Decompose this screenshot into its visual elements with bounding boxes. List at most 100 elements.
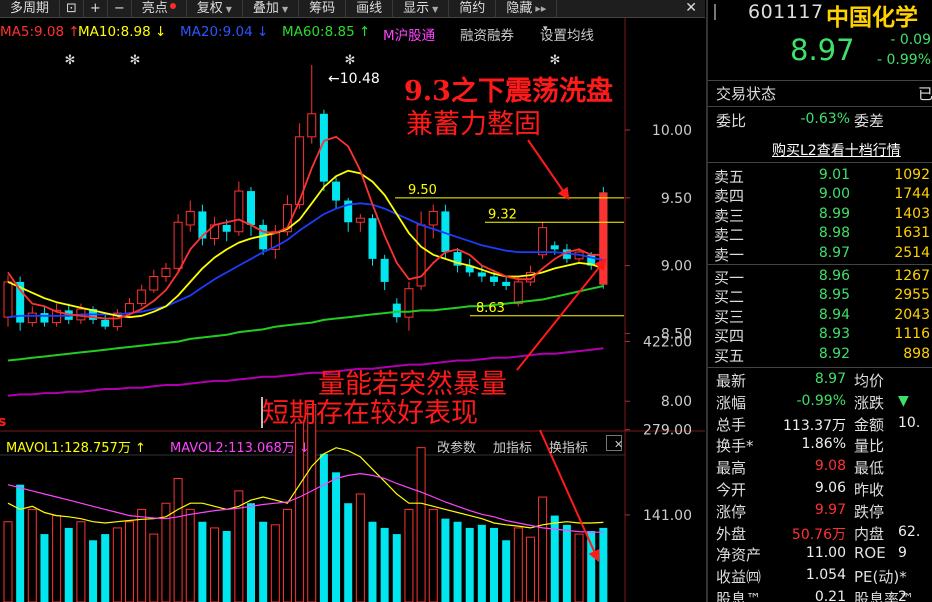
price-change: - 0.09	[890, 32, 931, 48]
buy-l2-link[interactable]: 购买L2查看十档行情	[772, 140, 901, 160]
ask-price: 8.98	[818, 225, 850, 242]
bid-row[interactable]: 买三 8.94 2043	[708, 306, 932, 326]
candle-body-up	[428, 210, 438, 226]
ask-row[interactable]: 卖二 8.98 1631	[708, 224, 932, 245]
volume-bar-down	[490, 527, 498, 602]
app-root: 多周期 ⊡ + − 亮点 复权 ▼ 叠加 ▼ 筹码 画线 显示 ▼ 简约 隐藏 ▸▸ ✕…	[0, 0, 932, 602]
mavol1-line	[7, 447, 604, 529]
close-icon: ✕	[614, 438, 624, 451]
divider	[708, 264, 932, 265]
volume-bar-up	[3, 521, 13, 602]
bid-price: 8.96	[818, 268, 850, 284]
stat-row: 股息™ 0.21 股息率™ 2	[708, 588, 932, 602]
volume-bar-up	[76, 521, 86, 602]
stat-value: 8.97	[814, 371, 846, 387]
volume-bar-up	[282, 508, 292, 602]
bid-volume: 1267	[894, 268, 930, 284]
chevron-down-icon: ▾	[543, 24, 548, 34]
bid-price: 8.92	[818, 345, 850, 362]
stat-label-secondary: ROE	[854, 544, 886, 563]
ask-row[interactable]: 卖一 8.97 2514	[708, 244, 932, 264]
note-wash-line2: 兼蓄力整固	[406, 109, 541, 140]
bid-row[interactable]: 买五 8.92 898	[708, 345, 932, 365]
margin-trading-link[interactable]: 融资融券	[460, 24, 514, 44]
bid-price: 8.95	[818, 287, 850, 304]
candle-body-down	[40, 313, 49, 323]
volume-bar-down	[599, 527, 608, 602]
event-marker-icon: ✻	[65, 53, 76, 68]
bid-row[interactable]: 买四 8.93 1116	[708, 325, 932, 345]
volume-bar-up	[355, 493, 365, 602]
close-volume-button[interactable]: ✕	[606, 435, 624, 451]
ask-row[interactable]: 卖三 8.99 1403	[708, 205, 932, 225]
ask-row[interactable]: 卖四 9.00 1744	[708, 185, 932, 205]
bid-row[interactable]: 买一 8.96 1267	[708, 267, 932, 287]
volume-bar-up	[210, 527, 220, 602]
stat-value: 9.06	[814, 480, 846, 496]
stat-value-secondary: 62.	[898, 523, 921, 540]
price-axis: 10.009.509.008.508.00	[625, 123, 692, 410]
volume-bar-up	[149, 533, 159, 602]
edit-params-button[interactable]: 改参数	[437, 437, 476, 456]
bid-volume: 2043	[894, 306, 930, 323]
wecha-label: 委差	[854, 112, 885, 130]
bid-price: 8.93	[818, 326, 850, 343]
ask-volume: 1403	[894, 205, 930, 222]
volume-bar-down	[562, 524, 571, 602]
volume-bar-down	[441, 518, 450, 602]
status-label: 交易状态	[716, 85, 777, 103]
ask-price: 9.00	[818, 186, 850, 203]
stat-value: 113.37万	[783, 417, 846, 434]
volume-bar-up	[173, 478, 183, 602]
stat-label: 净资产	[716, 546, 762, 565]
hgt-legend[interactable]: M沪股通	[383, 24, 435, 44]
volume-tick-label: 141.00	[643, 508, 692, 524]
switch-indicator-button[interactable]: 换指标	[549, 437, 588, 456]
candle-body-up	[307, 113, 317, 138]
stat-row: 外盘 50.76万 内盘 62.	[708, 523, 932, 545]
volume-bar-up	[185, 508, 195, 602]
level-label: 9.50	[408, 183, 437, 198]
volume-tick-label: 422.00	[643, 334, 692, 350]
stat-value: 0.21	[814, 589, 846, 602]
price-change-pct: - 0.99%	[877, 52, 931, 68]
bid-volume: 1116	[894, 326, 930, 343]
stock-code: 601117	[748, 1, 824, 23]
ma-long-line	[7, 347, 604, 397]
candle-body-down	[101, 319, 110, 327]
volume-bar-down	[198, 521, 207, 602]
ma60-legend: MA60:8.85 ↑	[282, 24, 371, 40]
webi-value: -0.63%	[800, 111, 850, 127]
ask-row[interactable]: 卖五 9.01 1092	[708, 166, 932, 186]
candle-body-up	[3, 281, 13, 318]
stat-row: 换手* 1.86% 量比	[708, 435, 932, 457]
level-label: 8.63	[476, 301, 505, 316]
price-tick-label: 8.00	[661, 394, 692, 410]
stat-label-secondary: 金额	[854, 415, 885, 434]
arrow-to-932	[527, 139, 570, 200]
volume-bar-down	[380, 527, 389, 602]
volume-bar-up	[404, 508, 414, 602]
level-label: 9.32	[488, 207, 517, 222]
stat-label: 今开	[716, 481, 747, 499]
bid-row[interactable]: 买二 8.95 2955	[708, 286, 932, 306]
bid-label: 买一	[714, 269, 745, 287]
support-resistance-lines: 9.50 9.32 8.63	[395, 183, 624, 317]
volume-bar-up	[525, 536, 535, 602]
candle-body-down	[392, 303, 401, 318]
volume-bar-up	[112, 527, 122, 602]
ask-volume: 1092	[894, 167, 930, 183]
volume-bar-down	[368, 521, 377, 602]
ask-label: 卖二	[714, 226, 745, 245]
quote-panel: 601117 中国化学 8.97 - 0.09 - 0.99% 交易状态 已 委…	[706, 0, 932, 602]
stat-row: 净资产 11.00 ROE 9	[708, 544, 932, 566]
stat-value: 1.86%	[801, 436, 846, 453]
add-indicator-button[interactable]: 加指标	[493, 437, 532, 456]
candle-body-down	[502, 281, 511, 286]
stat-value-secondary: 10.	[898, 414, 921, 431]
stat-label-secondary: PE(动)*	[854, 568, 907, 587]
stat-label-secondary: 量比	[854, 437, 885, 456]
volume-bar-down	[344, 503, 353, 602]
candle-body-last	[599, 192, 608, 285]
stat-label-secondary: 昨收	[854, 481, 885, 499]
